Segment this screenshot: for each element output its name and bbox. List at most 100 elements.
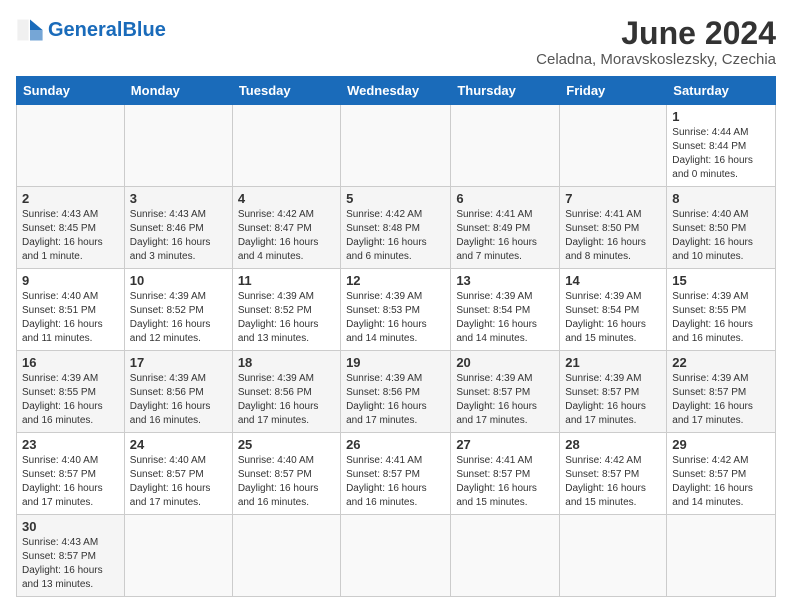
- day-info: Sunrise: 4:41 AM Sunset: 8:49 PM Dayligh…: [456, 208, 554, 264]
- day-number: 12: [346, 273, 445, 288]
- calendar-cell: 22Sunrise: 4:39 AM Sunset: 8:57 PM Dayli…: [667, 351, 776, 433]
- calendar-cell: 11 Sunrise: 4:39 AM Sunset: 8:52 PM Dayli…: [232, 269, 340, 351]
- calendar-week-2: 2 Sunrise: 4:43 AM Sunset: 8:45 PM Daylig…: [17, 187, 776, 269]
- day-number: 26: [346, 437, 445, 452]
- day-number: 2: [22, 191, 119, 206]
- day-number: 16: [22, 355, 119, 370]
- calendar-cell: 16 Sunrise: 4:39 AM Sunset: 8:55 PM Dayli…: [17, 351, 125, 433]
- calendar-cell: 18Sunrise: 4:39 AM Sunset: 8:56 PM Dayli…: [232, 351, 340, 433]
- calendar-cell: [341, 515, 451, 597]
- day-number: 13: [456, 273, 554, 288]
- calendar-cell: 5 Sunrise: 4:42 AM Sunset: 8:48 PM Daylig…: [341, 187, 451, 269]
- logo: GeneralBlue: [16, 16, 166, 44]
- calendar-week-6: 30 Sunrise: 4:43 AM Sunset: 8:57 PM Dayli…: [17, 515, 776, 597]
- calendar-cell: [667, 515, 776, 597]
- day-info: Sunrise: 4:39 AM Sunset: 8:52 PM Dayligh…: [238, 290, 335, 346]
- calendar-cell: [560, 105, 667, 187]
- day-number: 7: [565, 191, 661, 206]
- day-info: Sunrise: 4:39 AM Sunset: 8:55 PM Dayligh…: [672, 290, 770, 346]
- day-info: Sunrise: 4:39 AM Sunset: 8:53 PM Dayligh…: [346, 290, 445, 346]
- calendar-cell: 14 Sunrise: 4:39 AM Sunset: 8:54 PM Dayli…: [560, 269, 667, 351]
- day-info: Sunrise: 4:39 AM Sunset: 8:54 PM Dayligh…: [456, 290, 554, 346]
- day-number: 14: [565, 273, 661, 288]
- calendar-cell: 10Sunrise: 4:39 AM Sunset: 8:52 PM Dayli…: [124, 269, 232, 351]
- day-info: Sunrise: 4:43 AM Sunset: 8:57 PM Dayligh…: [22, 536, 119, 592]
- day-number: 5: [346, 191, 445, 206]
- day-number: 23: [22, 437, 119, 452]
- day-number: 22: [672, 355, 770, 370]
- day-info: Sunrise: 4:44 AM Sunset: 8:44 PM Dayligh…: [672, 126, 770, 182]
- weekday-header-sunday: Sunday: [17, 77, 125, 105]
- day-number: 11: [238, 273, 335, 288]
- day-number: 1: [672, 109, 770, 124]
- calendar-cell: 23 Sunrise: 4:40 AM Sunset: 8:57 PM Dayli…: [17, 433, 125, 515]
- day-info: Sunrise: 4:42 AM Sunset: 8:48 PM Dayligh…: [346, 208, 445, 264]
- day-number: 27: [456, 437, 554, 452]
- logo-blue: Blue: [122, 19, 165, 41]
- page-header: GeneralBlue June 2024 Celadna, Moravskos…: [16, 16, 776, 68]
- day-info: Sunrise: 4:39 AM Sunset: 8:57 PM Dayligh…: [456, 372, 554, 428]
- day-number: 19: [346, 355, 445, 370]
- day-info: Sunrise: 4:43 AM Sunset: 8:46 PM Dayligh…: [130, 208, 227, 264]
- day-info: Sunrise: 4:40 AM Sunset: 8:57 PM Dayligh…: [22, 454, 119, 510]
- calendar-cell: 20 Sunrise: 4:39 AM Sunset: 8:57 PM Dayli…: [451, 351, 560, 433]
- day-info: Sunrise: 4:40 AM Sunset: 8:57 PM Dayligh…: [130, 454, 227, 510]
- calendar-cell: 1 Sunrise: 4:44 AM Sunset: 8:44 PM Daylig…: [667, 105, 776, 187]
- day-info: Sunrise: 4:39 AM Sunset: 8:57 PM Dayligh…: [565, 372, 661, 428]
- weekday-header-thursday: Thursday: [451, 77, 560, 105]
- day-info: Sunrise: 4:41 AM Sunset: 8:57 PM Dayligh…: [346, 454, 445, 510]
- day-info: Sunrise: 4:40 AM Sunset: 8:57 PM Dayligh…: [238, 454, 335, 510]
- day-number: 4: [238, 191, 335, 206]
- day-number: 24: [130, 437, 227, 452]
- calendar-cell: 29 Sunrise: 4:42 AM Sunset: 8:57 PM Dayli…: [667, 433, 776, 515]
- day-number: 18: [238, 355, 335, 370]
- calendar-cell: 4 Sunrise: 4:42 AM Sunset: 8:47 PM Daylig…: [232, 187, 340, 269]
- day-number: 9: [22, 273, 119, 288]
- day-number: 3: [130, 191, 227, 206]
- day-number: 8: [672, 191, 770, 206]
- day-info: Sunrise: 4:39 AM Sunset: 8:55 PM Dayligh…: [22, 372, 119, 428]
- calendar-week-1: 1 Sunrise: 4:44 AM Sunset: 8:44 PM Daylig…: [17, 105, 776, 187]
- day-number: 20: [456, 355, 554, 370]
- calendar-week-3: 9 Sunrise: 4:40 AM Sunset: 8:51 PM Daylig…: [17, 269, 776, 351]
- day-number: 17: [130, 355, 227, 370]
- calendar-header: SundayMondayTuesdayWednesdayThursdayFrid…: [17, 77, 776, 105]
- calendar-week-5: 23 Sunrise: 4:40 AM Sunset: 8:57 PM Dayli…: [17, 433, 776, 515]
- calendar-cell: 9 Sunrise: 4:40 AM Sunset: 8:51 PM Daylig…: [17, 269, 125, 351]
- weekday-header-friday: Friday: [560, 77, 667, 105]
- calendar-cell: 12 Sunrise: 4:39 AM Sunset: 8:53 PM Dayli…: [341, 269, 451, 351]
- calendar-cell: 27 Sunrise: 4:41 AM Sunset: 8:57 PM Dayli…: [451, 433, 560, 515]
- calendar-cell: 6 Sunrise: 4:41 AM Sunset: 8:49 PM Daylig…: [451, 187, 560, 269]
- day-info: Sunrise: 4:39 AM Sunset: 8:54 PM Dayligh…: [565, 290, 661, 346]
- calendar-cell: 25Sunrise: 4:40 AM Sunset: 8:57 PM Dayli…: [232, 433, 340, 515]
- day-info: Sunrise: 4:43 AM Sunset: 8:45 PM Dayligh…: [22, 208, 119, 264]
- calendar-cell: 8Sunrise: 4:40 AM Sunset: 8:50 PM Daylig…: [667, 187, 776, 269]
- calendar-cell: [232, 515, 340, 597]
- calendar-cell: [232, 105, 340, 187]
- day-number: 29: [672, 437, 770, 452]
- weekday-header-saturday: Saturday: [667, 77, 776, 105]
- logo-general: General: [48, 19, 122, 41]
- calendar-week-4: 16 Sunrise: 4:39 AM Sunset: 8:55 PM Dayli…: [17, 351, 776, 433]
- day-number: 28: [565, 437, 661, 452]
- day-number: 30: [22, 519, 119, 534]
- calendar-cell: [451, 515, 560, 597]
- day-info: Sunrise: 4:42 AM Sunset: 8:47 PM Dayligh…: [238, 208, 335, 264]
- calendar-cell: [124, 105, 232, 187]
- calendar-cell: 28Sunrise: 4:42 AM Sunset: 8:57 PM Dayli…: [560, 433, 667, 515]
- weekday-header-tuesday: Tuesday: [232, 77, 340, 105]
- day-info: Sunrise: 4:41 AM Sunset: 8:57 PM Dayligh…: [456, 454, 554, 510]
- calendar-cell: [560, 515, 667, 597]
- calendar-body: 1 Sunrise: 4:44 AM Sunset: 8:44 PM Daylig…: [17, 105, 776, 597]
- calendar-cell: 19 Sunrise: 4:39 AM Sunset: 8:56 PM Dayli…: [341, 351, 451, 433]
- day-info: Sunrise: 4:40 AM Sunset: 8:51 PM Dayligh…: [22, 290, 119, 346]
- day-info: Sunrise: 4:42 AM Sunset: 8:57 PM Dayligh…: [672, 454, 770, 510]
- calendar-cell: 17Sunrise: 4:39 AM Sunset: 8:56 PM Dayli…: [124, 351, 232, 433]
- calendar-cell: 3 Sunrise: 4:43 AM Sunset: 8:46 PM Daylig…: [124, 187, 232, 269]
- calendar-title: June 2024: [536, 16, 776, 51]
- day-number: 6: [456, 191, 554, 206]
- weekday-header-monday: Monday: [124, 77, 232, 105]
- calendar-subtitle: Celadna, Moravskoslezsky, Czechia: [536, 51, 776, 68]
- day-info: Sunrise: 4:39 AM Sunset: 8:56 PM Dayligh…: [346, 372, 445, 428]
- calendar-cell: 21Sunrise: 4:39 AM Sunset: 8:57 PM Dayli…: [560, 351, 667, 433]
